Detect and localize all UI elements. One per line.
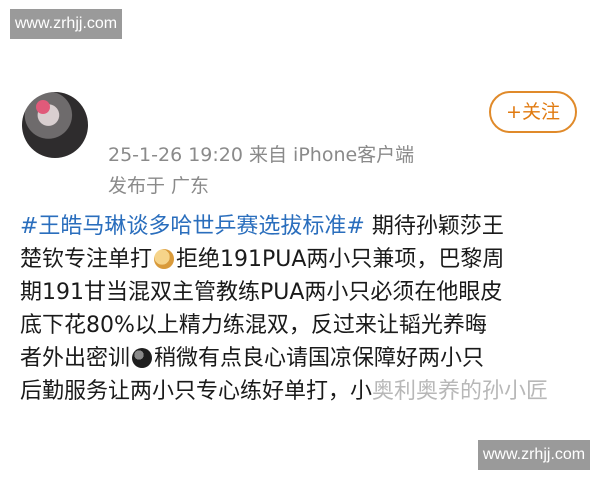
watermark-bottom: www.zrhjj.com	[478, 440, 590, 470]
fist-emoji-icon	[154, 249, 175, 269]
content-text: 后勤服务让两小只专心练好单打，小	[20, 379, 373, 404]
content-text: 期191甘当混双主管教练PUA两小只必须在他眼皮	[20, 280, 503, 305]
content-text: 底下花80%以上精力练混双，反过来让韬光养晦	[20, 313, 487, 338]
weibo-post-card: 25-1-26 19:20 来自 iPhone客户端 发布于 广东 +关注 #王…	[0, 0, 600, 480]
follow-button[interactable]: +关注	[489, 91, 577, 133]
content-line-2: 楚钦专注单打 拒绝191PUA两小只兼项，巴黎周	[20, 243, 585, 276]
content-text: 期待孙颖莎王	[364, 214, 504, 239]
content-line-5: 者外出密训 稍微有点良心请国凉保障好两小只	[20, 342, 585, 375]
post-timestamp: 25-1-26 19:20	[108, 144, 243, 166]
hashtag-link[interactable]: #王皓马琳谈多哈世乒赛选拔标准#	[20, 214, 365, 239]
content-line-4: 底下花80%以上精力练混双，反过来让韬光养晦	[20, 309, 585, 342]
content-line-3: 期191甘当混双主管教练PUA两小只必须在他眼皮	[20, 276, 585, 309]
content-text: 者外出密训	[20, 346, 131, 371]
content-text: 拒绝191PUA两小只兼项，巴黎周	[176, 247, 505, 272]
content-text: 稍微有点良心请国凉保障好两小只	[154, 346, 485, 371]
post-location: 发布于 广东	[108, 175, 210, 197]
post-meta-time: 25-1-26 19:20 来自 iPhone客户端	[108, 140, 414, 167]
bomb-emoji-icon	[132, 348, 153, 368]
post-source: 来自 iPhone客户端	[249, 144, 415, 166]
content-text: 楚钦专注单打	[20, 247, 153, 272]
overlay-watermark-text: 奥利奥养的孙小匠	[372, 379, 549, 404]
avatar-accessory-icon	[36, 100, 50, 114]
user-avatar[interactable]	[22, 92, 88, 158]
content-line-6: 后勤服务让两小只专心练好单打，小奥利奥养的孙小匠	[20, 375, 585, 408]
post-content: #王皓马琳谈多哈世乒赛选拔标准# 期待孙颖莎王 楚钦专注单打 拒绝191PUA两小…	[20, 210, 585, 408]
content-line-1: #王皓马琳谈多哈世乒赛选拔标准# 期待孙颖莎王	[20, 210, 585, 243]
watermark-top: www.zrhjj.com	[10, 9, 122, 39]
